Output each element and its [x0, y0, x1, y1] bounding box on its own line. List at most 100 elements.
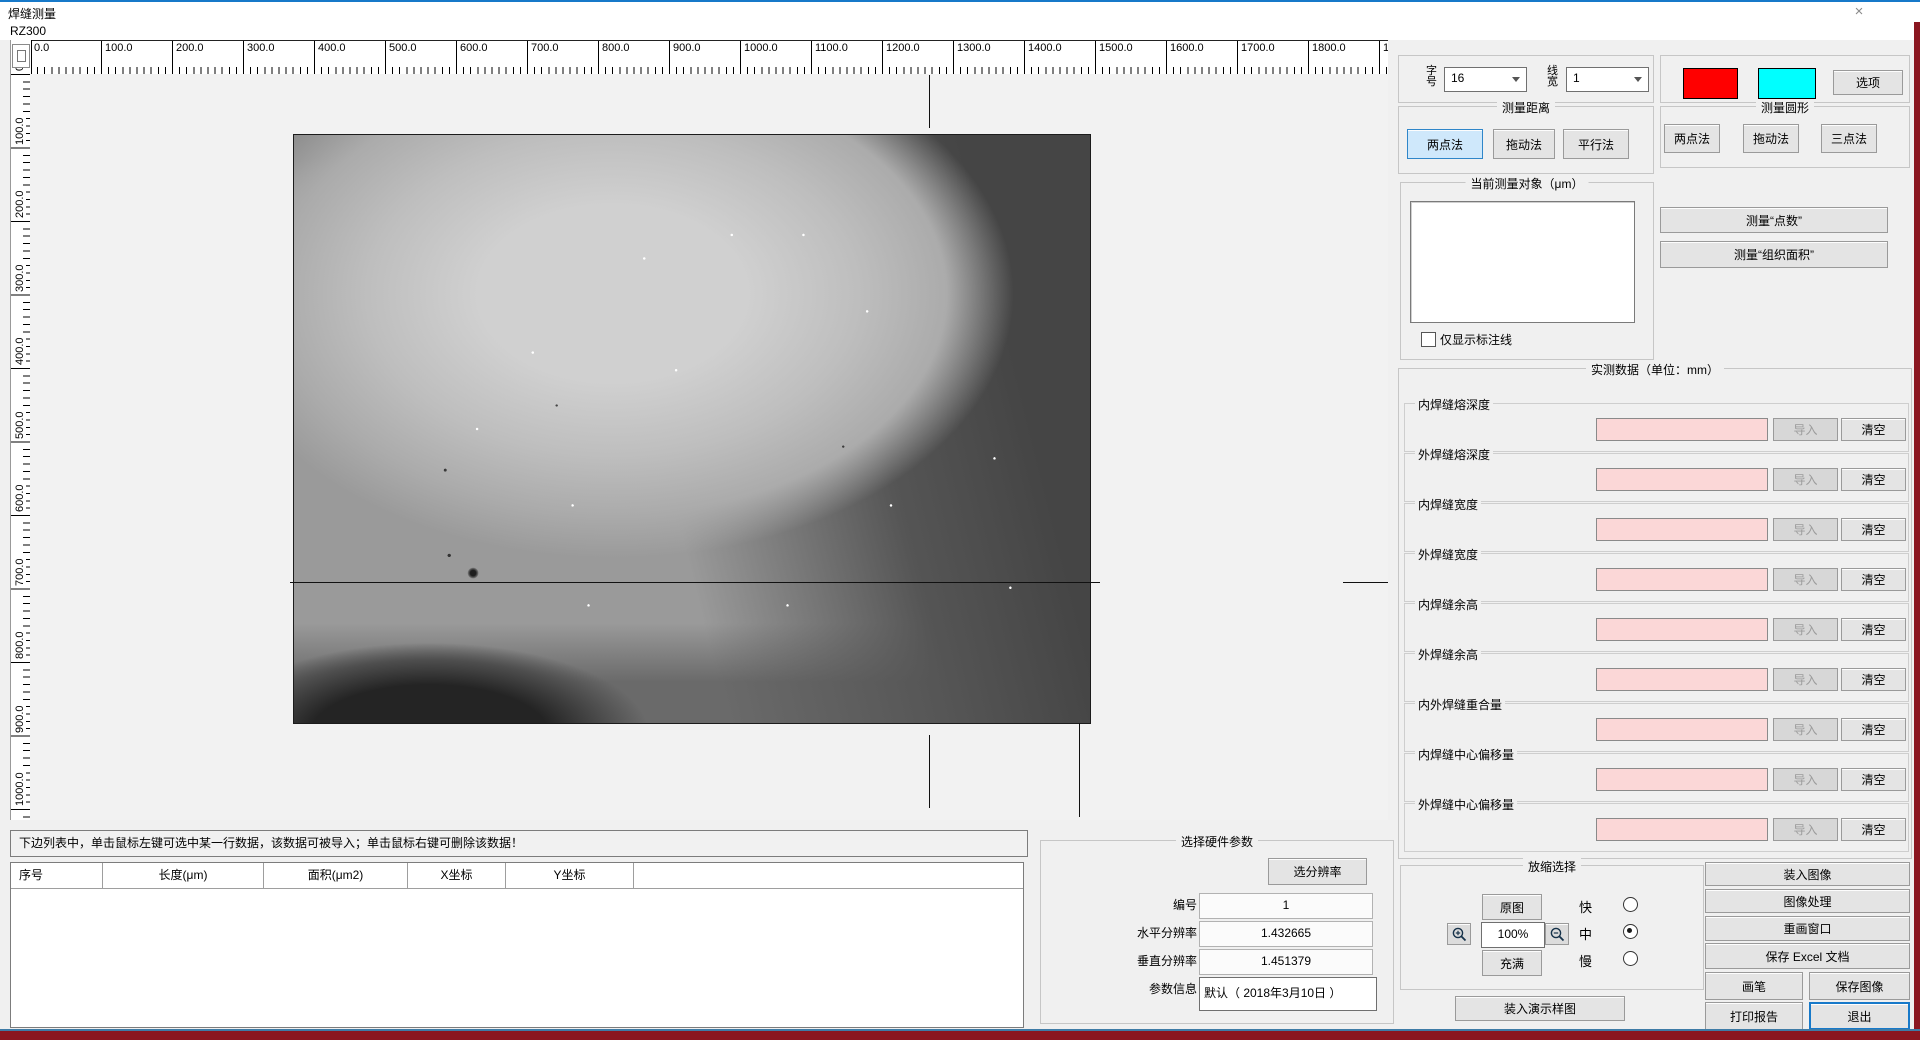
measurement-value-input[interactable]: [1596, 718, 1768, 741]
only-annotation-label: 仅显示标注线: [1440, 331, 1512, 348]
original-size-button[interactable]: 原图: [1482, 894, 1542, 920]
clear-button[interactable]: 清空: [1841, 518, 1906, 541]
hardware-field-label: 垂直分辨率: [1041, 949, 1197, 973]
action-button[interactable]: 退出: [1809, 1002, 1910, 1030]
import-button[interactable]: 导入: [1773, 818, 1838, 841]
table-column-header[interactable]: 长度(μm): [103, 863, 264, 888]
close-icon[interactable]: ×: [1842, 2, 1876, 22]
line-width-label: 线宽: [1546, 66, 1559, 88]
import-button[interactable]: 导入: [1773, 668, 1838, 691]
select-resolution-button[interactable]: 选分辨率: [1268, 858, 1367, 885]
hardware-field-value[interactable]: 1: [1199, 893, 1373, 919]
ruler-top-label: 1500.0: [1098, 42, 1134, 54]
table-column-header[interactable]: Y坐标: [506, 863, 634, 888]
measurement-value-input[interactable]: [1596, 468, 1768, 491]
font-size-select[interactable]: 16: [1444, 67, 1527, 92]
distance-method-button[interactable]: 两点法: [1407, 129, 1483, 159]
hardware-field-value[interactable]: 默认（ 2018年3月10日 ）: [1199, 977, 1377, 1011]
circle-method-button[interactable]: 三点法: [1821, 124, 1877, 153]
only-annotation-checkbox[interactable]: [1421, 332, 1436, 347]
measure-distance-group: 测量距离 两点法拖动法平行法: [1398, 106, 1654, 174]
measure-circle-title: 测量圆形: [1756, 99, 1814, 116]
clear-button[interactable]: 清空: [1841, 618, 1906, 641]
image-canvas[interactable]: [30, 74, 1388, 820]
ruler-left-label: 600.0: [14, 483, 26, 513]
measurement-value-input[interactable]: [1596, 518, 1768, 541]
ruler-top-label: 300.0: [246, 42, 276, 54]
table-column-header[interactable]: 序号: [11, 863, 103, 888]
action-button[interactable]: 打印报告: [1705, 1002, 1803, 1030]
speed-radio[interactable]: [1623, 897, 1638, 912]
ruler-top-label: 1200.0: [885, 42, 921, 54]
circle-method-button[interactable]: 拖动法: [1743, 124, 1799, 153]
measurement-value-input[interactable]: [1596, 618, 1768, 641]
current-object-listbox[interactable]: [1410, 201, 1635, 323]
window-title: 焊缝测量: [8, 5, 56, 22]
secondary-color-swatch[interactable]: [1758, 68, 1816, 99]
clear-button[interactable]: 清空: [1841, 668, 1906, 691]
circle-method-button[interactable]: 两点法: [1664, 124, 1720, 153]
distance-method-button[interactable]: 拖动法: [1493, 129, 1555, 159]
primary-color-swatch[interactable]: [1683, 68, 1738, 99]
marker-line-vertical-bottom: [929, 735, 930, 808]
measurement-value-input[interactable]: [1596, 418, 1768, 441]
measurement-value-input[interactable]: [1596, 818, 1768, 841]
measure-circle-group: 测量圆形 两点法拖动法三点法: [1660, 106, 1910, 168]
import-button[interactable]: 导入: [1773, 468, 1838, 491]
table-column-header[interactable]: 面积(μm2): [264, 863, 408, 888]
measurement-value-input[interactable]: [1596, 768, 1768, 791]
import-button[interactable]: 导入: [1773, 518, 1838, 541]
menubar: RZ300: [0, 22, 1920, 40]
clear-button[interactable]: 清空: [1841, 568, 1906, 591]
results-table[interactable]: 序号长度(μm)面积(μm2)X坐标Y坐标: [10, 862, 1024, 1028]
ruler-top-label: 0.0: [33, 42, 50, 54]
options-button[interactable]: 选项: [1833, 70, 1903, 95]
weld-specimen-image[interactable]: [293, 134, 1091, 724]
zoom-percent-field[interactable]: 100%: [1481, 922, 1545, 948]
hardware-field-value[interactable]: 1.451379: [1199, 949, 1373, 975]
window-edge-bottom: [0, 1031, 1920, 1040]
zoom-out-icon[interactable]: [1545, 923, 1569, 945]
zoom-select-group: 放缩选择 原图 100% 充满 快中慢: [1400, 865, 1704, 990]
clear-button[interactable]: 清空: [1841, 818, 1906, 841]
ruler-top-label: 800.0: [601, 42, 631, 54]
line-width-select[interactable]: 1: [1566, 67, 1649, 92]
zoom-in-icon[interactable]: [1447, 923, 1471, 945]
import-button[interactable]: 导入: [1773, 418, 1838, 441]
speed-radio[interactable]: [1623, 924, 1638, 939]
hardware-field-value[interactable]: 1.432665: [1199, 921, 1373, 947]
measurement-value-input[interactable]: [1596, 568, 1768, 591]
hardware-params-title: 选择硬件参数: [1176, 833, 1258, 850]
measurement-label: 内焊缝熔深度: [1415, 396, 1493, 413]
import-button[interactable]: 导入: [1773, 768, 1838, 791]
action-button[interactable]: 装入图像: [1705, 862, 1910, 886]
ruler-left-label: 100.0: [14, 116, 26, 146]
window-edge-right: [1914, 22, 1920, 1040]
marker-line-vertical-top: [929, 75, 930, 128]
load-demo-button[interactable]: 装入演示样图: [1455, 996, 1625, 1021]
import-button[interactable]: 导入: [1773, 718, 1838, 741]
action-button[interactable]: 保存 Excel 文档: [1705, 943, 1910, 969]
ruler-top-label: 1800.0: [1311, 42, 1347, 54]
measure-area-button[interactable]: 测量“组织面积”: [1660, 241, 1888, 268]
clear-button[interactable]: 清空: [1841, 418, 1906, 441]
action-button[interactable]: 图像处理: [1705, 889, 1910, 913]
import-button[interactable]: 导入: [1773, 568, 1838, 591]
measure-points-button[interactable]: 测量“点数”: [1660, 207, 1888, 233]
clear-button[interactable]: 清空: [1841, 768, 1906, 791]
clear-button[interactable]: 清空: [1841, 718, 1906, 741]
measurement-value-input[interactable]: [1596, 668, 1768, 691]
menu-item-rz300[interactable]: RZ300: [10, 24, 46, 38]
action-button[interactable]: 画笔: [1705, 972, 1803, 1000]
speed-radio[interactable]: [1623, 951, 1638, 966]
table-column-header[interactable]: X坐标: [408, 863, 506, 888]
clear-button[interactable]: 清空: [1841, 468, 1906, 491]
import-button[interactable]: 导入: [1773, 618, 1838, 641]
action-button[interactable]: 保存图像: [1809, 972, 1910, 1000]
measurement-label: 外焊缝宽度: [1415, 546, 1481, 563]
action-button[interactable]: 重画窗口: [1705, 916, 1910, 941]
fit-button[interactable]: 充满: [1482, 950, 1542, 976]
ruler-top-label: 1300.0: [956, 42, 992, 54]
distance-method-button[interactable]: 平行法: [1563, 129, 1629, 159]
measurement-label: 外焊缝中心偏移量: [1415, 796, 1517, 813]
